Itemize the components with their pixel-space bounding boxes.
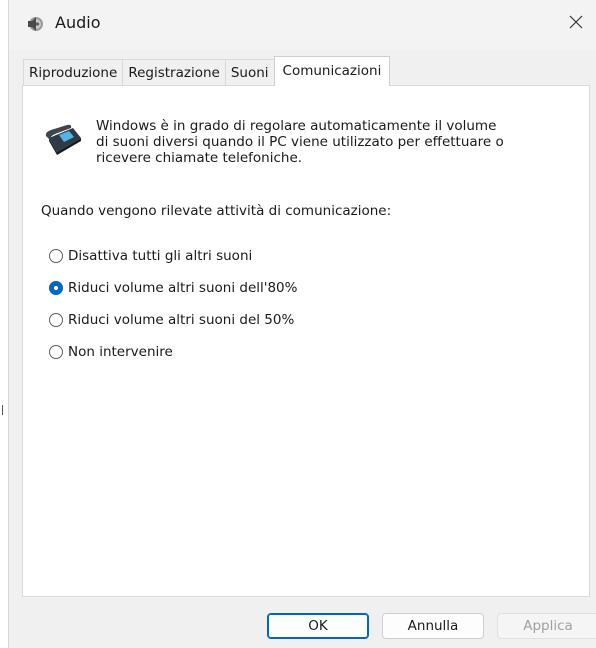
close-icon [568,14,584,34]
communications-panel: Windows è in grado di regolare automatic… [22,85,590,597]
option-label: Riduci volume altri suoni dell'80% [68,280,298,296]
window-title: Audio [55,13,101,32]
radio-button[interactable] [49,249,63,263]
tab-strip: Riproduzione Registrazione Suoni Comunic… [23,56,391,86]
audio-dialog: Audio Riproduzione Registrazione Suoni C… [8,0,596,648]
telephone-icon [43,124,83,156]
option-non-intervenire[interactable]: Non intervenire [49,344,173,360]
title-bar[interactable]: Audio [9,0,596,50]
ok-button[interactable]: OK [267,613,369,639]
description-line: di suoni diversi quando il PC viene util… [96,134,504,150]
radio-button[interactable] [49,313,63,327]
background-edge-mark [2,405,3,415]
tab-registrazione[interactable]: Registrazione [122,59,226,85]
tab-suoni[interactable]: Suoni [224,59,275,85]
description-line: ricevere chiamate telefoniche. [96,150,303,166]
tab-riproduzione[interactable]: Riproduzione [23,59,124,85]
tab-comunicazioni[interactable]: Comunicazioni [273,56,391,86]
option-label: Non intervenire [68,344,173,360]
close-button[interactable] [560,8,592,40]
question-label: Quando vengono rilevate attività di comu… [41,203,392,219]
option-label: Disattiva tutti gli altri suoni [68,248,253,264]
description-line: Windows è in grado di regolare automatic… [96,118,497,134]
option-label: Riduci volume altri suoni del 50% [68,312,295,328]
option-riduci-80[interactable]: Riduci volume altri suoni dell'80% [49,280,297,296]
option-riduci-50[interactable]: Riduci volume altri suoni del 50% [49,312,294,328]
speaker-icon [25,14,45,34]
option-disattiva[interactable]: Disattiva tutti gli altri suoni [49,248,252,264]
radio-button[interactable] [49,345,63,359]
radio-button-selected[interactable] [49,281,63,295]
cancel-button[interactable]: Annulla [382,613,484,639]
apply-button[interactable]: Applica [497,613,596,639]
description-text: Windows è in grado di regolare automatic… [96,118,576,166]
